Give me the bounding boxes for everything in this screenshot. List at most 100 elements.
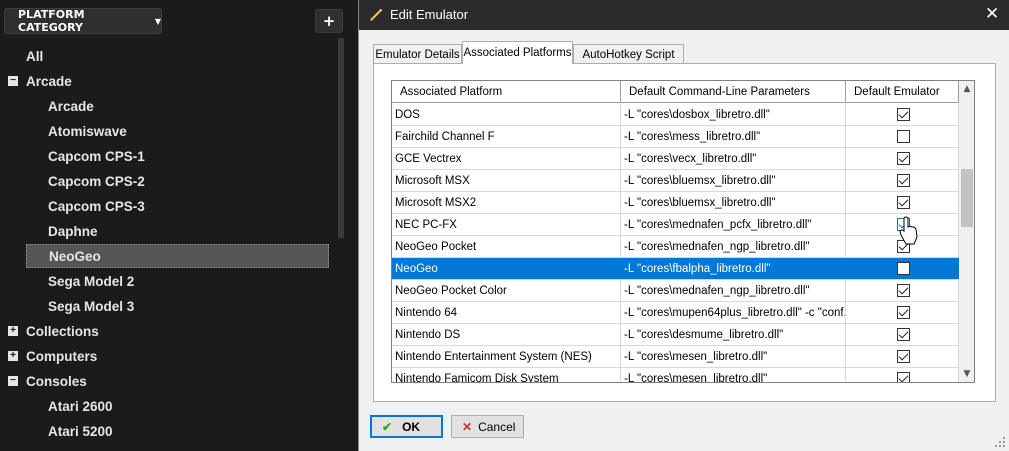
tab-autohotkey-script[interactable]: AutoHotkey Script: [573, 44, 684, 64]
expand-icon[interactable]: +: [8, 351, 18, 361]
table-row[interactable]: Microsoft MSX2 -L "cores\bluemsx_libretro…: [392, 192, 959, 214]
params-cell[interactable]: -L "cores\mesen_libretro.dll": [621, 346, 846, 367]
grid-scrollbar[interactable]: ▲ ▼: [959, 81, 974, 382]
params-cell[interactable]: -L "cores\bluemsx_libretro.dll": [621, 192, 846, 213]
params-cell[interactable]: -L "cores\desmume_libretro.dll": [621, 324, 846, 345]
platform-cell[interactable]: Microsoft MSX: [392, 170, 621, 191]
table-row[interactable]: Nintendo 64 -L "cores\mupen64plus_libretr…: [392, 302, 959, 324]
default-emulator-checkbox[interactable]: [897, 350, 910, 363]
tab-emulator-details[interactable]: Emulator Details: [373, 44, 462, 64]
scroll-up-icon[interactable]: ▲: [959, 81, 974, 97]
collapse-icon[interactable]: −: [8, 376, 18, 386]
params-cell[interactable]: -L "cores\bluemsx_libretro.dll": [621, 170, 846, 191]
default-emulator-checkbox[interactable]: [897, 262, 910, 275]
sidebar-item[interactable]: Capcom CPS-1: [26, 144, 329, 168]
sidebar-item[interactable]: Daphne: [26, 219, 329, 243]
table-row[interactable]: Nintendo DS -L "cores\desmume_libretro.dl…: [392, 324, 959, 346]
table-row[interactable]: Nintendo Famicom Disk System -L "cores\me…: [392, 368, 959, 382]
sidebar-item-label: Daphne: [48, 223, 98, 239]
table-row[interactable]: NeoGeo -L "cores\fbalpha_libretro.dll": [392, 258, 959, 280]
params-cell[interactable]: -L "cores\mednafen_pcfx_libretro.dll": [621, 214, 846, 235]
params-cell[interactable]: -L "cores\mupen64plus_libretro.dll" -c "…: [621, 302, 846, 323]
params-cell[interactable]: -L "cores\mednafen_ngp_libretro.dll": [621, 280, 846, 301]
table-row[interactable]: Fairchild Channel F -L "cores\mess_libret…: [392, 126, 959, 148]
ok-label: OK: [402, 419, 421, 434]
default-emulator-checkbox[interactable]: [897, 130, 910, 143]
platform-category-button[interactable]: PLATFORM CATEGORY ▼: [4, 8, 162, 34]
table-row[interactable]: Microsoft MSX -L "cores\bluemsx_libretro.…: [392, 170, 959, 192]
platform-cell[interactable]: Microsoft MSX2: [392, 192, 621, 213]
sidebar-item[interactable]: Sega Model 3: [26, 294, 329, 318]
column-header-default[interactable]: Default Emulator: [846, 81, 959, 103]
mouse-pointer-icon: [899, 216, 918, 245]
ok-button[interactable]: ✔ OK: [370, 415, 443, 438]
sidebar-item[interactable]: Atomiswave: [26, 119, 329, 143]
sidebar-item-label: Capcom CPS-2: [48, 173, 145, 189]
sidebar-item[interactable]: − Arcade: [8, 69, 72, 93]
table-row[interactable]: NeoGeo Pocket Color -L "cores\mednafen_ng…: [392, 280, 959, 302]
scroll-thumb[interactable]: [961, 169, 973, 227]
params-cell[interactable]: -L "cores\mednafen_ngp_libretro.dll": [621, 236, 846, 257]
sidebar-item[interactable]: NeoGeo: [26, 244, 329, 268]
sidebar-item[interactable]: Arcade: [26, 94, 329, 118]
sidebar-item-label: Computers: [26, 348, 98, 364]
default-emulator-checkbox[interactable]: [897, 284, 910, 297]
x-icon: ✕: [462, 419, 473, 434]
column-header-params[interactable]: Default Command-Line Parameters: [621, 81, 846, 103]
table-row[interactable]: NEC PC-FX -L "cores\mednafen_pcfx_libretr…: [392, 214, 959, 236]
platform-cell[interactable]: NEC PC-FX: [392, 214, 621, 235]
platform-cell[interactable]: NeoGeo Pocket: [392, 236, 621, 257]
platform-cell[interactable]: Fairchild Channel F: [392, 126, 621, 147]
params-cell[interactable]: -L "cores\mess_libretro.dll": [621, 126, 846, 147]
platform-cell[interactable]: GCE Vectrex: [392, 148, 621, 169]
table-row[interactable]: GCE Vectrex -L "cores\vecx_libretro.dll": [392, 148, 959, 170]
platform-cell[interactable]: DOS: [392, 104, 621, 125]
platform-cell[interactable]: NeoGeo: [392, 258, 621, 279]
checkmark-icon: ✔: [382, 419, 393, 434]
sidebar-item[interactable]: + Computers: [8, 344, 97, 368]
collapse-icon[interactable]: −: [8, 76, 18, 86]
scroll-down-icon[interactable]: ▼: [959, 366, 974, 382]
default-emulator-checkbox[interactable]: [897, 306, 910, 319]
default-emulator-checkbox[interactable]: [897, 152, 910, 165]
sidebar-scrollbar[interactable]: [338, 38, 344, 238]
sidebar-item[interactable]: + Collections: [8, 319, 99, 343]
pencil-icon: [370, 8, 383, 21]
sidebar-item-label: All: [26, 48, 44, 64]
platform-cell[interactable]: Nintendo Famicom Disk System: [392, 368, 621, 382]
default-emulator-checkbox[interactable]: [897, 108, 910, 121]
default-emulator-checkbox[interactable]: [897, 328, 910, 341]
platform-cell[interactable]: Nintendo DS: [392, 324, 621, 345]
resize-grip-icon[interactable]: [994, 436, 1006, 448]
sidebar-item[interactable]: Capcom CPS-2: [26, 169, 329, 193]
cancel-button[interactable]: ✕ Cancel: [451, 415, 524, 438]
sidebar-item[interactable]: Capcom CPS-3: [26, 194, 329, 218]
category-button-label: PLATFORM CATEGORY: [18, 8, 85, 34]
default-emulator-checkbox[interactable]: [897, 372, 910, 382]
table-row[interactable]: DOS -L "cores\dosbox_libretro.dll": [392, 104, 959, 126]
dialog-titlebar: Edit Emulator ✕: [359, 0, 1009, 30]
params-cell[interactable]: -L "cores\vecx_libretro.dll": [621, 148, 846, 169]
default-emulator-checkbox[interactable]: [897, 174, 910, 187]
platform-cell[interactable]: Nintendo Entertainment System (NES): [392, 346, 621, 367]
sidebar-item[interactable]: All: [26, 44, 43, 68]
sidebar-item[interactable]: Atari 2600: [26, 394, 329, 418]
table-row[interactable]: NeoGeo Pocket -L "cores\mednafen_ngp_libr…: [392, 236, 959, 258]
params-cell[interactable]: -L "cores\dosbox_libretro.dll": [621, 104, 846, 125]
table-row[interactable]: Nintendo Entertainment System (NES) -L "c…: [392, 346, 959, 368]
sidebar-item[interactable]: Atari 5200: [26, 419, 329, 443]
platform-cell[interactable]: Nintendo 64: [392, 302, 621, 323]
params-cell[interactable]: -L "cores\mesen_libretro.dll": [621, 368, 846, 382]
column-header-platform[interactable]: Associated Platform: [392, 81, 621, 103]
sidebar-item-label: Consoles: [26, 373, 87, 389]
platform-cell[interactable]: NeoGeo Pocket Color: [392, 280, 621, 301]
add-platform-button[interactable]: +: [315, 9, 343, 33]
expand-icon[interactable]: +: [8, 326, 18, 336]
tab-associated-platforms[interactable]: Associated Platforms: [462, 41, 573, 64]
default-emulator-checkbox[interactable]: [897, 196, 910, 209]
sidebar-item[interactable]: Sega Model 2: [26, 269, 329, 293]
sidebar-item[interactable]: − Consoles: [8, 369, 87, 393]
sidebar-item-label: NeoGeo: [49, 248, 101, 264]
params-cell[interactable]: -L "cores\fbalpha_libretro.dll": [621, 258, 846, 279]
close-icon[interactable]: ✕: [985, 4, 999, 24]
